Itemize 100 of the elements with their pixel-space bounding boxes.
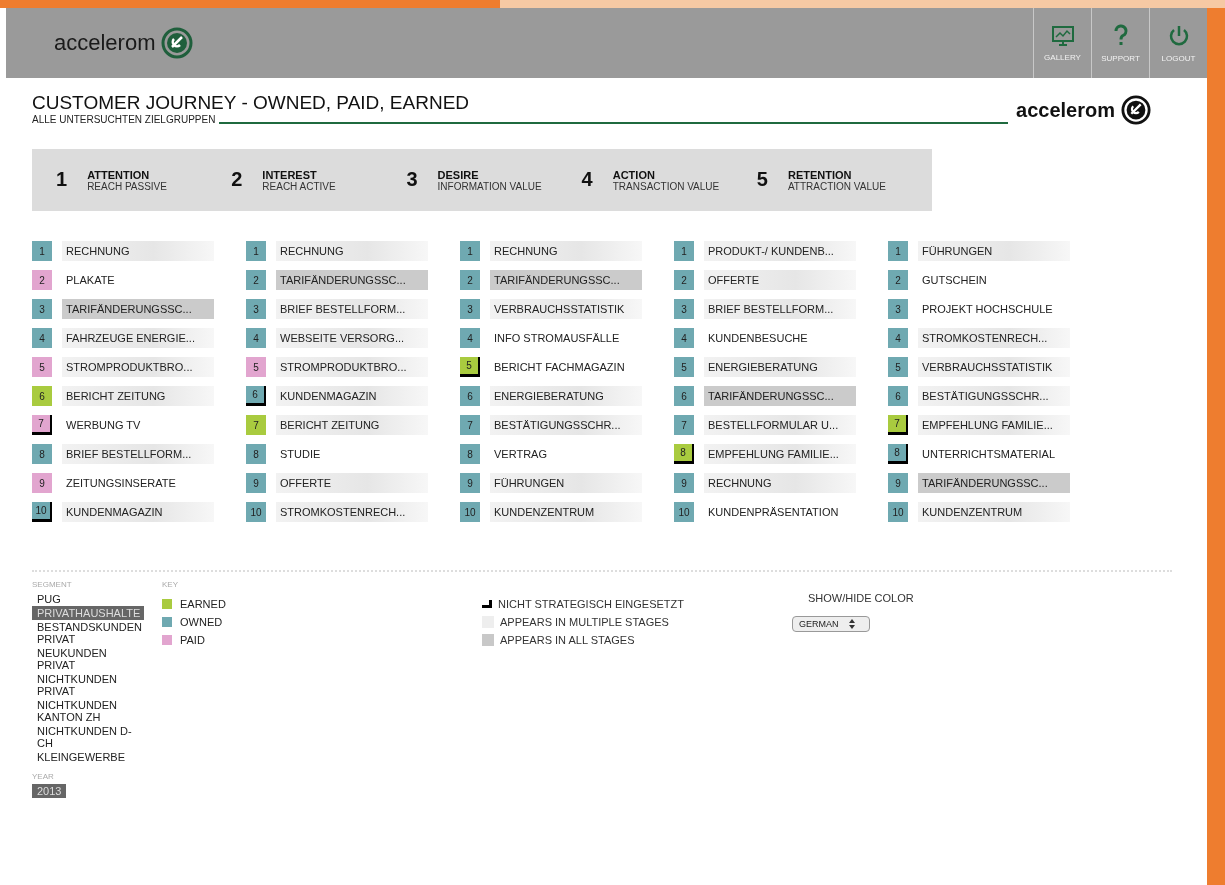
rank-badge: 3 (246, 299, 266, 319)
segment-item[interactable]: PRIVATHAUSHALTE (32, 606, 144, 620)
rank-badge: 1 (32, 241, 52, 261)
key-label: EARNED (180, 598, 226, 610)
channel-label[interactable]: BRIEF BESTELLFORM... (62, 444, 214, 464)
channel-label[interactable]: BERICHT FACHMAGAZIN (490, 357, 642, 377)
rank-badge: 5 (460, 357, 480, 377)
channel-label[interactable]: STROMKOSTENRECH... (276, 502, 428, 522)
segment-item[interactable]: KLEINGEWERBE (32, 750, 144, 764)
rank-badge: 2 (246, 270, 266, 290)
language-select[interactable]: GERMAN (792, 616, 870, 632)
rank-badge: 1 (246, 241, 266, 261)
rank-badge: 10 (674, 502, 694, 522)
rank-badge: 3 (460, 299, 480, 319)
logo-text: accelerom (54, 30, 156, 56)
channel-label[interactable]: PRODUKT-/ KUNDENB... (704, 241, 856, 261)
channel-label[interactable]: FAHRZEUGE ENERGIE... (62, 328, 214, 348)
stage-subtitle: ATTRACTION VALUE (787, 180, 887, 192)
channel-label[interactable]: PROJEKT HOCHSCHULE (918, 299, 1070, 319)
channel-label[interactable]: FÜHRUNGEN (490, 473, 642, 493)
marker-label: NICHT STRATEGISCH EINGESETZT (498, 598, 684, 610)
segment-heading: SEGMENT (32, 580, 72, 589)
channel-label[interactable]: FÜHRUNGEN (918, 241, 1070, 261)
channel-label[interactable]: KUNDENMAGAZIN (276, 386, 428, 406)
stage-number: 4 (581, 168, 593, 189)
stage-title: RETENTION (787, 168, 853, 181)
channel-label[interactable]: ENERGIEBERATUNG (704, 357, 856, 377)
marker-label: APPEARS IN ALL STAGES (500, 634, 635, 646)
channel-label[interactable]: RECHNUNG (276, 241, 428, 261)
updown-icon (848, 619, 855, 629)
rank-badge: 8 (888, 444, 908, 464)
channel-label[interactable]: OFFERTE (276, 473, 428, 493)
channel-label[interactable]: KUNDENBESUCHE (704, 328, 856, 348)
channel-label[interactable]: VERTRAG (490, 444, 642, 464)
segment-item[interactable]: PUG (32, 592, 144, 606)
color-toggle-label[interactable]: SHOW/HIDE COLOR (808, 592, 914, 604)
logo-text: accelerom (1016, 98, 1115, 122)
segment-item[interactable]: NICHTKUNDEN PRIVAT (32, 672, 144, 698)
rank-badge: 4 (460, 328, 480, 348)
channel-label[interactable]: KUNDENMAGAZIN (62, 502, 214, 522)
segment-item[interactable]: BESTANDSKUNDEN PRIVAT (32, 620, 144, 646)
channel-label[interactable]: VERBRAUCHSSTATISTIK (490, 299, 642, 319)
rank-badge: 2 (888, 270, 908, 290)
channel-label[interactable]: ENERGIEBERATUNG (490, 386, 642, 406)
channel-label[interactable]: BESTELLFORMULAR U... (704, 415, 856, 435)
channel-label[interactable]: KUNDENZENTRUM (490, 502, 642, 522)
channel-label[interactable]: PLAKATE (62, 270, 214, 290)
channel-label[interactable]: RECHNUNG (704, 473, 856, 493)
channel-label[interactable]: BESTÄTIGUNGSSCHR... (490, 415, 642, 435)
channel-label[interactable]: KUNDENPRÄSENTATION (704, 502, 856, 522)
channel-label[interactable]: WEBSEITE VERSORG... (276, 328, 428, 348)
channel-label[interactable]: TARIFÄNDERUNGSSC... (276, 270, 428, 290)
channel-label[interactable]: BRIEF BESTELLFORM... (276, 299, 428, 319)
channel-label[interactable]: TARIFÄNDERUNGSSC... (704, 386, 856, 406)
segment-item[interactable]: NEUKUNDEN PRIVAT (32, 646, 144, 672)
channel-label[interactable]: RECHNUNG (490, 241, 642, 261)
rank-badge: 5 (674, 357, 694, 377)
key-label: OWNED (180, 616, 223, 628)
channel-label[interactable]: TARIFÄNDERUNGSSC... (918, 473, 1070, 493)
rank-badge: 10 (888, 502, 908, 522)
key-label: PAID (180, 634, 205, 646)
rank-badge: 8 (32, 444, 52, 464)
rank-badge: 7 (246, 415, 266, 435)
channel-label[interactable]: UNTERRICHTSMATERIAL (918, 444, 1070, 464)
rank-badge: 1 (460, 241, 480, 261)
channel-label[interactable]: TARIFÄNDERUNGSSC... (490, 270, 642, 290)
rank-badge: 1 (888, 241, 908, 261)
channel-label[interactable]: RECHNUNG (62, 241, 214, 261)
channel-label[interactable]: STROMPRODUKTBRO... (276, 357, 428, 377)
channel-label[interactable]: BERICHT ZEITUNG (276, 415, 428, 435)
channel-label[interactable]: BESTÄTIGUNGSSCHR... (918, 386, 1070, 406)
channel-label[interactable]: VERBRAUCHSSTATISTIK (918, 357, 1070, 377)
channel-label[interactable]: GUTSCHEIN (918, 270, 1070, 290)
rank-badge: 2 (32, 270, 52, 290)
stage-number: 1 (56, 168, 68, 189)
logo-icon (1121, 95, 1151, 125)
channel-label[interactable]: EMPFEHLUNG FAMILIE... (918, 415, 1070, 435)
channel-label[interactable]: BERICHT ZEITUNG (62, 386, 214, 406)
rank-badge: 4 (32, 328, 52, 348)
year-item[interactable]: 2013 (32, 784, 67, 798)
channel-label[interactable]: OFFERTE (704, 270, 856, 290)
rank-badge: 8 (246, 444, 266, 464)
channel-label[interactable]: KUNDENZENTRUM (918, 502, 1070, 522)
channel-label[interactable]: STUDIE (276, 444, 428, 464)
rank-badge: 9 (674, 473, 694, 493)
channel-label[interactable]: TARIFÄNDERUNGSSC... (62, 299, 214, 319)
monitor-icon (1050, 24, 1075, 47)
segment-item[interactable]: NICHTKUNDEN KANTON ZH (32, 698, 144, 724)
page-subtitle: ALLE UNTERSUCHTEN ZIELGRUPPEN (32, 114, 216, 125)
channel-label[interactable]: EMPFEHLUNG FAMILIE... (704, 444, 856, 464)
channel-label[interactable]: STROMKOSTENRECH... (918, 328, 1070, 348)
rank-badge: 6 (32, 386, 52, 406)
rank-badge: 6 (888, 386, 908, 406)
channel-label[interactable]: WERBUNG TV (62, 415, 214, 435)
segment-item[interactable]: NICHTKUNDEN D-CH (32, 724, 144, 750)
channel-label[interactable]: ZEITUNGSINSERATE (62, 473, 214, 493)
rank-badge: 5 (32, 357, 52, 377)
channel-label[interactable]: BRIEF BESTELLFORM... (704, 299, 856, 319)
channel-label[interactable]: INFO STROMAUSFÄLLE (490, 328, 642, 348)
channel-label[interactable]: STROMPRODUKTBRO... (62, 357, 214, 377)
